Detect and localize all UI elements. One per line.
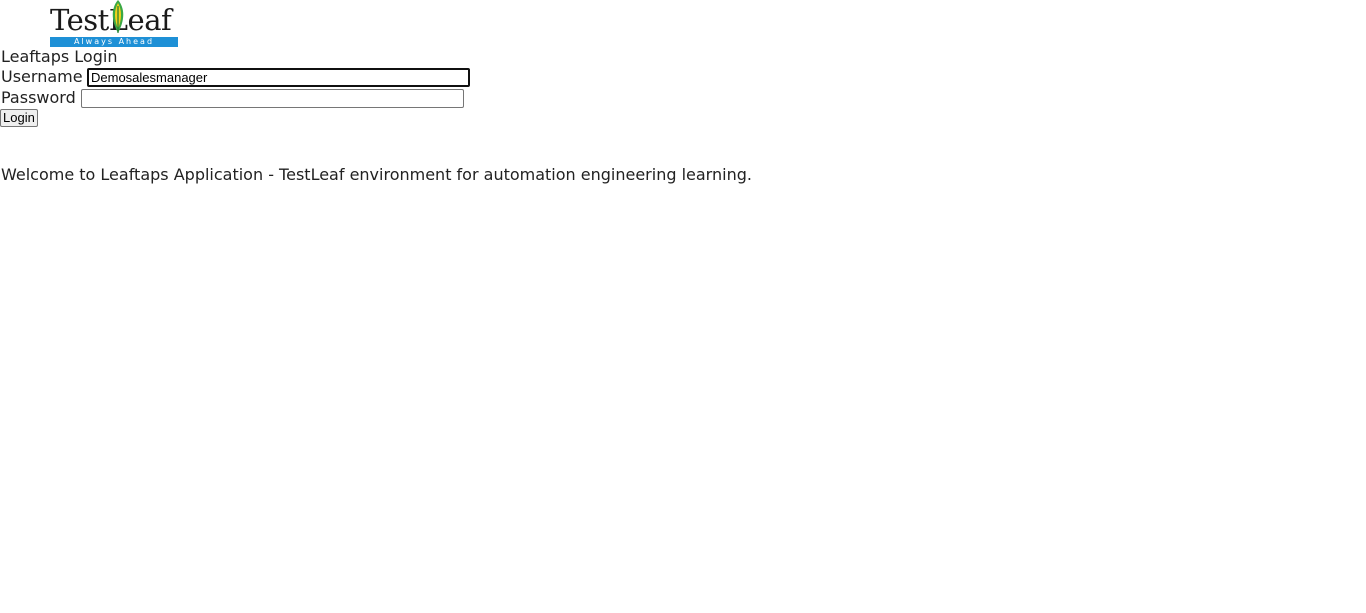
logo-tagline: Always Ahead xyxy=(50,37,178,47)
username-field[interactable] xyxy=(87,68,470,87)
password-label: Password xyxy=(1,88,76,107)
testleaf-logo: TestLeaf Always Ahead xyxy=(50,0,178,48)
login-title: Leaftaps Login xyxy=(1,47,118,66)
username-label: Username xyxy=(1,67,83,86)
login-button[interactable]: Login xyxy=(0,109,38,127)
welcome-message: Welcome to Leaftaps Application - TestLe… xyxy=(1,165,752,184)
password-field[interactable] xyxy=(81,89,464,108)
leaf-icon xyxy=(112,0,124,33)
